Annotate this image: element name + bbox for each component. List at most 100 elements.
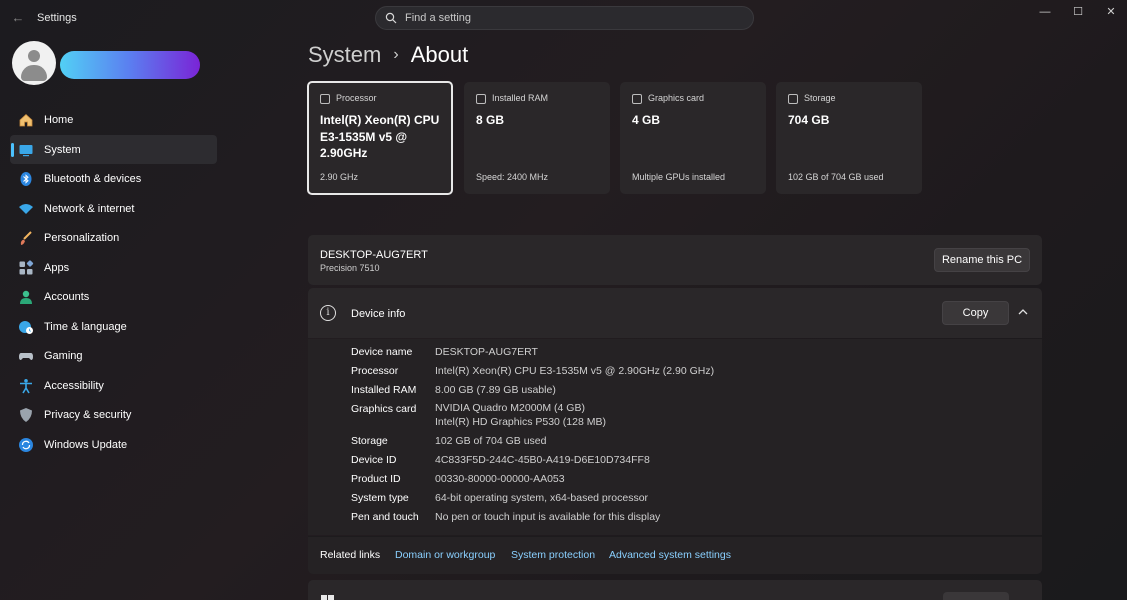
card-label: Installed RAM [492,93,549,103]
card-subtext: Multiple GPUs installed [632,172,726,182]
bluetooth-icon [20,172,32,186]
breadcrumb: System › About [308,42,468,68]
search-input[interactable]: Find a setting [405,12,471,24]
sidebar-item-label: Apps [44,261,70,274]
card-subtext: Speed: 2400 MHz [476,172,549,182]
device-info-title: Device info [351,308,406,320]
home-icon [19,113,33,127]
sidebar-item-label: System [44,143,81,156]
spec-label: System type [351,492,409,504]
spec-value: NVIDIA Quadro M2000M (4 GB) [435,402,585,414]
search-icon [385,12,397,24]
storage-card[interactable]: Storage 704 GB 102 GB of 704 GB used [776,82,922,194]
sidebar-item-accessibility[interactable]: Accessibility [10,371,217,401]
sidebar-item-gaming[interactable]: Gaming [10,341,217,371]
ram-card[interactable]: Installed RAM 8 GB Speed: 2400 MHz [464,82,610,194]
next-row-button[interactable] [943,592,1009,600]
spec-label: Installed RAM [351,384,417,396]
sidebar-item-personalization[interactable]: Personalization [10,223,217,253]
related-links: Related links Domain or workgroup System… [308,536,1042,574]
spec-value: No pen or touch input is available for t… [435,511,661,523]
graphics-card-icon [632,94,642,104]
spec-value-secondary: Intel(R) HD Graphics P530 (128 MB) [435,416,606,428]
card-value: Intel(R) Xeon(R) CPU E3-1535M v5 @ 2.90G… [320,113,440,160]
card-value: 8 GB [476,113,505,127]
update-icon [19,437,33,452]
copy-button[interactable]: Copy [942,301,1009,325]
spec-value: 64-bit operating system, x64-based proce… [435,492,649,504]
brush-icon [20,231,32,245]
storage-icon [788,94,798,104]
back-arrow-icon[interactable]: ← [8,8,28,28]
avatar-head [28,50,40,62]
pc-name-row: DESKTOP-AUG7ERT Precision 7510 Rename th… [308,235,1042,285]
breadcrumb-separator: › [393,46,399,63]
wifi-icon [19,203,33,214]
sidebar-item-label: Windows Update [44,438,128,451]
sidebar-item-windows-update[interactable]: Windows Update [10,430,217,460]
close-button[interactable]: ✕ [1097,4,1125,20]
sidebar-item-network[interactable]: Network & internet [10,194,217,224]
account-icon [20,290,32,304]
sidebar-item-label: Time & language [44,320,127,333]
sidebar-item-accounts[interactable]: Accounts [10,282,217,312]
app-title: Settings [37,12,77,24]
spec-value: 00330-80000-00000-AA053 [435,473,565,485]
sidebar-item-label: Bluetooth & devices [44,173,142,185]
sidebar-item-label: Home [44,114,74,126]
title-bar: ← Settings Find a setting — ☐ ✕ [0,0,1127,36]
spec-label: Device ID [351,454,397,466]
card-label: Storage [804,93,836,103]
spec-value: 4C833F5D-244C-45B0-A419-D6E10D734FF8 [435,454,650,466]
rename-pc-button[interactable]: Rename this PC [934,248,1030,272]
processor-card[interactable]: Processor Intel(R) Xeon(R) CPU E3-1535M … [307,81,453,195]
spec-label: Graphics card [351,403,417,415]
sidebar-item-label: Accessibility [44,379,104,392]
page-title: About [410,42,469,67]
system-protection-link[interactable]: System protection [511,549,595,561]
chevron-up-icon[interactable] [1017,306,1029,318]
card-subtext: 102 GB of 704 GB used [788,172,884,182]
card-label: Processor [336,93,377,103]
system-icon [19,144,33,156]
sidebar-item-system[interactable]: System [10,134,217,164]
spec-label: Device name [351,346,413,358]
spec-value: 102 GB of 704 GB used [435,435,547,447]
pc-model: Precision 7510 [320,263,380,273]
advanced-system-settings-link[interactable]: Advanced system settings [609,549,731,561]
related-links-label: Related links [320,549,381,561]
gamepad-icon [19,353,33,360]
sidebar-item-label: Personalization [44,232,120,244]
sidebar-item-label: Privacy & security [44,409,132,421]
spec-value: DESKTOP-AUG7ERT [435,346,538,358]
avatar[interactable] [12,41,56,85]
card-value: 4 GB [632,113,661,127]
apps-icon [19,259,34,274]
sidebar-item-privacy-security[interactable]: Privacy & security [10,400,217,430]
sidebar-item-time-language[interactable]: Time & language [10,312,217,342]
sidebar-item-home[interactable]: Home [10,105,217,135]
globe-clock-icon [19,320,33,334]
device-info-header[interactable]: i Device info Copy [308,288,1042,338]
user-name-redacted [60,51,200,79]
maximize-button[interactable]: ☐ [1064,4,1092,20]
sidebar-item-bluetooth[interactable]: Bluetooth & devices [10,164,217,194]
info-icon: i [320,305,336,321]
sidebar-item-label: Network & internet [44,202,135,215]
sidebar-item-apps[interactable]: Apps [10,253,217,283]
sidebar-nav: Home System Bluetooth & devices Network … [10,105,217,459]
graphics-card-card[interactable]: Graphics card 4 GB Multiple GPUs install… [620,82,766,194]
sidebar-item-label: Accounts [44,291,90,303]
spec-label: Pen and touch [351,511,419,523]
shield-icon [20,408,32,422]
ram-icon [476,94,486,104]
domain-workgroup-link[interactable]: Domain or workgroup [395,549,495,561]
breadcrumb-parent[interactable]: System [308,42,381,67]
search-box[interactable]: Find a setting [375,6,754,30]
pc-name: DESKTOP-AUG7ERT [320,249,428,261]
minimize-button[interactable]: — [1031,4,1059,20]
spec-label: Processor [351,365,399,377]
sidebar-item-label: Gaming [44,350,83,362]
next-settings-row[interactable] [308,580,1042,600]
spec-value: 8.00 GB (7.89 GB usable) [435,384,556,396]
